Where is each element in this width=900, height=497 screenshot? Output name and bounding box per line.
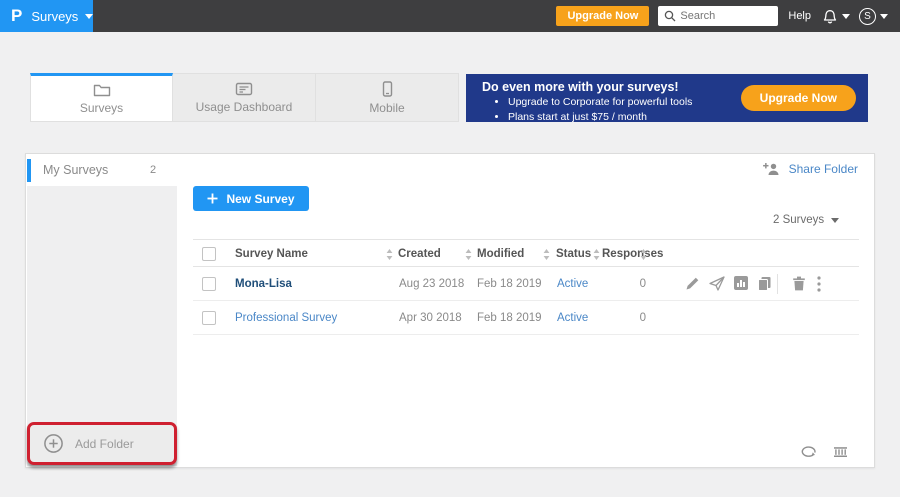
survey-name-link[interactable]: Mona-Lisa [235, 278, 292, 290]
account-dropdown[interactable]: S [859, 8, 888, 25]
reports-chart-icon[interactable] [734, 276, 748, 290]
surveys-table: Survey Name Created Modified Status Resp… [193, 239, 859, 335]
upgrade-now-button[interactable]: Upgrade Now [556, 6, 649, 26]
sidebar-item-my-surveys[interactable]: My Surveys [43, 163, 108, 177]
app-switcher[interactable]: P Surveys [0, 0, 93, 32]
tab-bar: Surveys Usage Dashboard Mobile [30, 73, 459, 122]
archive-bank-icon[interactable] [833, 444, 848, 458]
created-date: Apr 30 2018 [399, 312, 462, 324]
chevron-down-icon [880, 14, 888, 19]
add-folder-button[interactable]: Add Folder [27, 422, 177, 465]
row-checkbox[interactable] [202, 311, 216, 325]
modified-date: Feb 18 2019 [477, 312, 542, 324]
edit-pencil-icon[interactable] [685, 276, 700, 291]
copy-icon[interactable] [757, 276, 772, 291]
modified-date: Feb 18 2019 [477, 278, 542, 290]
table-row: Professional Survey Apr 30 2018 Feb 18 2… [193, 301, 859, 335]
person-add-icon [761, 162, 780, 176]
column-header-status[interactable]: Status [556, 248, 591, 260]
send-paper-plane-icon[interactable] [709, 276, 725, 291]
table-header-row: Survey Name Created Modified Status Resp… [193, 239, 859, 267]
selected-folder-accent [27, 159, 31, 182]
bell-icon [822, 9, 838, 24]
sort-icon[interactable] [543, 249, 550, 260]
restore-icon[interactable] [801, 444, 818, 457]
chevron-down-icon [831, 218, 839, 223]
topbar-right: Upgrade Now Help S [556, 6, 900, 26]
topbar: P Surveys Upgrade Now Help S [0, 0, 900, 32]
column-header-created[interactable]: Created [398, 248, 441, 260]
banner-bullet: Plans start at just $75 / month [508, 110, 868, 125]
share-folder-label: Share Folder [789, 162, 858, 176]
mobile-icon [382, 81, 393, 97]
new-survey-button[interactable]: New Survey [193, 186, 309, 211]
sort-icon[interactable] [593, 249, 600, 260]
column-header-modified[interactable]: Modified [477, 248, 524, 260]
delete-trash-icon[interactable] [792, 276, 806, 291]
responses-count: 0 [630, 278, 646, 290]
survey-count-label: 2 Surveys [773, 214, 824, 226]
plus-icon [207, 193, 218, 204]
tab-label: Mobile [369, 101, 404, 115]
actions-divider [777, 274, 778, 294]
banner-upgrade-button[interactable]: Upgrade Now [741, 85, 856, 111]
proprofs-logo-icon: P [11, 6, 22, 26]
status-badge[interactable]: Active [557, 312, 588, 324]
avatar: S [859, 8, 876, 25]
tab-mobile[interactable]: Mobile [316, 73, 459, 122]
search-input[interactable] [680, 10, 772, 22]
search-box[interactable] [658, 6, 778, 26]
created-date: Aug 23 2018 [399, 278, 464, 290]
tab-label: Surveys [80, 101, 123, 115]
column-header-responses[interactable]: Responses [602, 248, 663, 260]
status-badge[interactable]: Active [557, 278, 588, 290]
kebab-menu-icon[interactable] [817, 276, 821, 292]
select-all-checkbox[interactable] [202, 247, 216, 261]
survey-name-link[interactable]: Professional Survey [235, 312, 337, 324]
column-header-survey-name[interactable]: Survey Name [235, 248, 308, 260]
survey-count-dropdown[interactable]: 2 Surveys [773, 214, 839, 226]
folder-count-badge: 2 [150, 164, 156, 176]
folder-icon [93, 83, 111, 97]
sort-icon[interactable] [386, 249, 393, 260]
upgrade-banner: Do even more with your surveys! Upgrade … [466, 74, 868, 122]
tab-label: Usage Dashboard [196, 100, 293, 114]
share-folder-link[interactable]: Share Folder [761, 162, 858, 176]
help-link[interactable]: Help [788, 10, 811, 22]
surveys-panel: My Surveys 2 Share Folder Add Folder New… [25, 153, 875, 468]
sort-icon[interactable] [465, 249, 472, 260]
table-row: Mona-Lisa Aug 23 2018 Feb 18 2019 Active… [193, 267, 859, 301]
chevron-down-icon [842, 14, 850, 19]
notifications-dropdown[interactable] [822, 9, 850, 24]
chevron-down-icon [85, 14, 93, 19]
sort-icon[interactable] [640, 249, 647, 260]
search-icon [664, 10, 676, 22]
tab-surveys[interactable]: Surveys [30, 73, 173, 122]
add-folder-label: Add Folder [75, 437, 134, 451]
dashboard-icon [235, 82, 253, 96]
row-checkbox[interactable] [202, 277, 216, 291]
tab-usage-dashboard[interactable]: Usage Dashboard [173, 73, 316, 122]
new-survey-label: New Survey [226, 192, 294, 206]
responses-count: 0 [630, 312, 646, 324]
app-menu-label: Surveys [31, 9, 78, 24]
plus-circle-icon [43, 433, 64, 454]
